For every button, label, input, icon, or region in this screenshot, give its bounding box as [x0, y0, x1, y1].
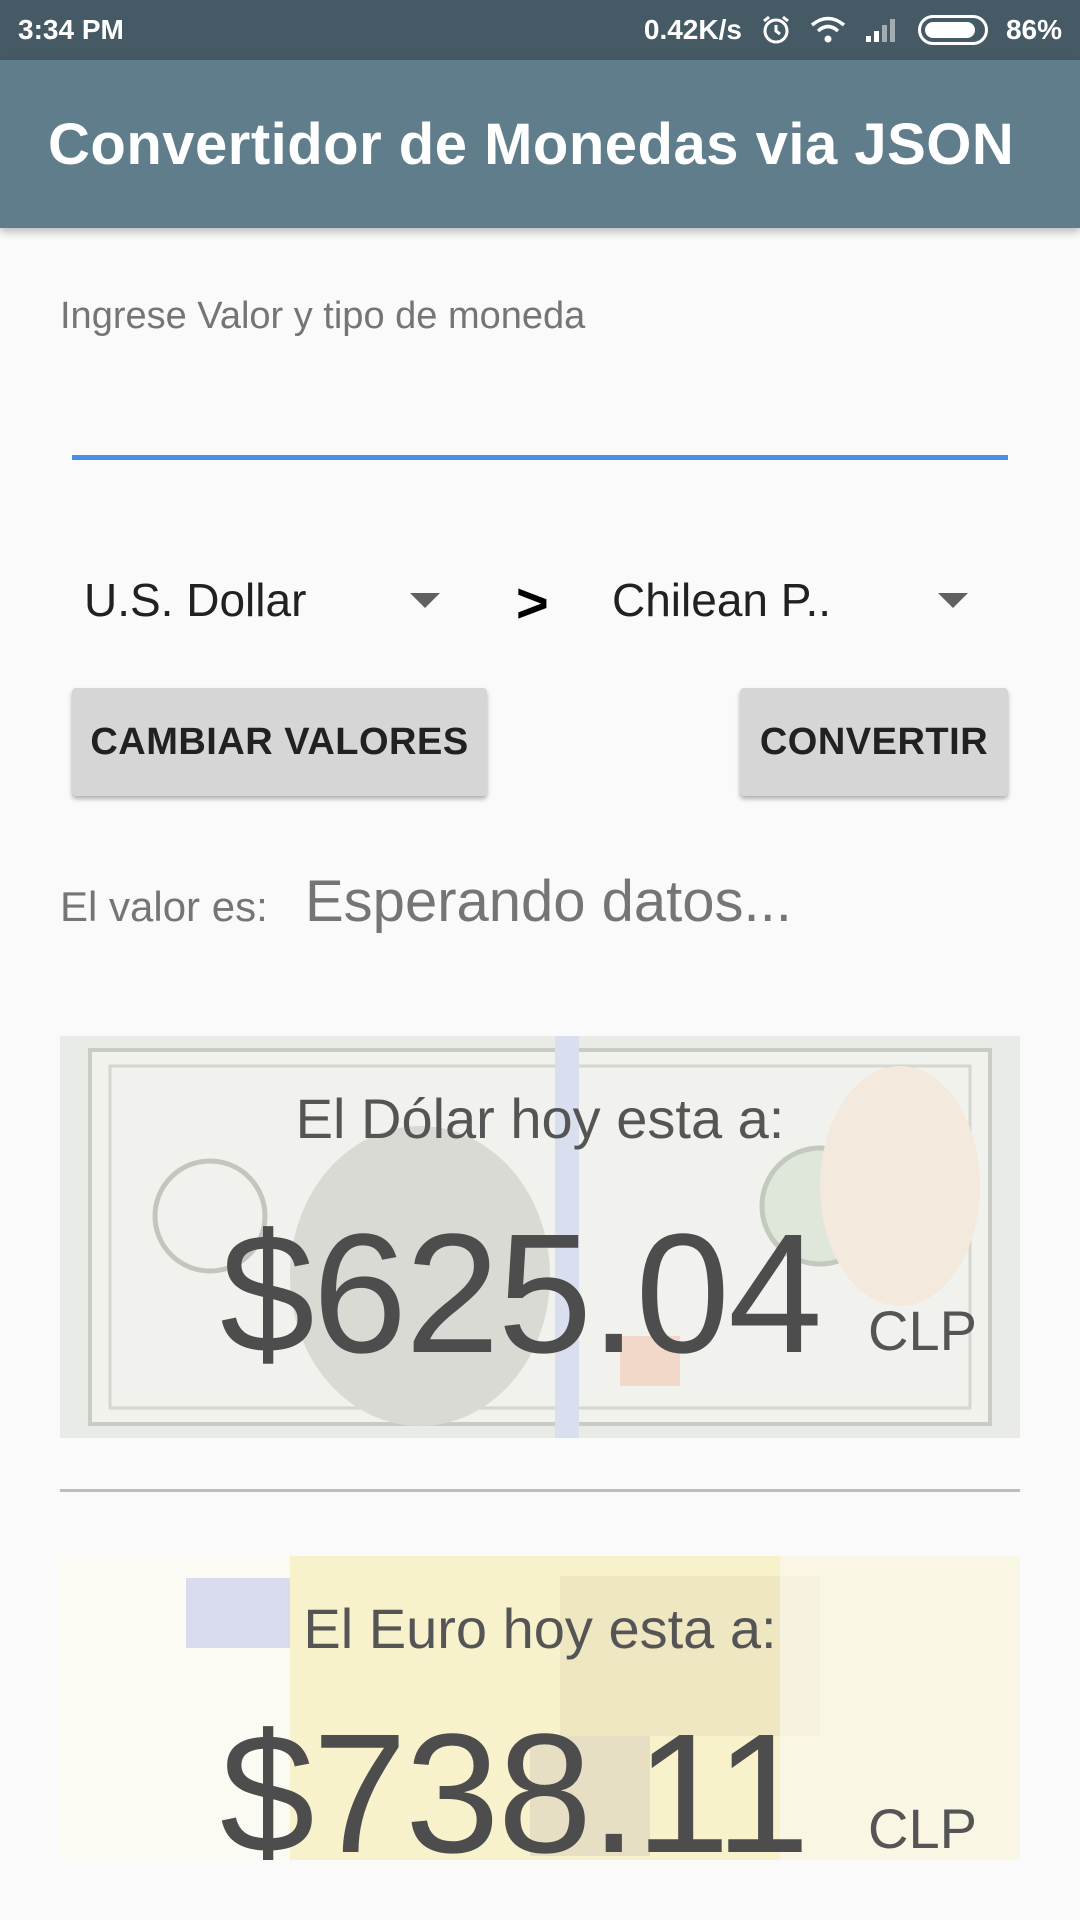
status-time: 3:34 PM: [18, 14, 124, 45]
dollar-card-title: El Dólar hoy esta a:: [295, 1087, 785, 1150]
result-label: El valor es:: [60, 883, 268, 930]
amount-input[interactable]: [72, 390, 1008, 460]
input-label: Ingrese Valor y tipo de moneda: [60, 295, 586, 337]
status-right: 0.42K/s 86%: [644, 14, 1062, 46]
euro-amount: $738.11: [220, 1699, 810, 1860]
status-bar: 3:34 PM 0.42K/s 86%: [0, 0, 1080, 60]
dollar-unit: CLP: [868, 1299, 977, 1362]
to-currency-label: Chilean P..: [612, 574, 832, 626]
wifi-icon: [810, 16, 846, 44]
dollar-rate-card: El Dólar hoy esta a: $625.04 CLP: [60, 1036, 1020, 1438]
swap-values-button[interactable]: CAMBIAR VALORES: [72, 688, 487, 796]
signal-icon: [864, 16, 900, 44]
dollar-amount: $625.04: [220, 1199, 823, 1389]
convert-button[interactable]: CONVERTIR: [740, 688, 1008, 796]
result-value: Esperando datos...: [305, 869, 792, 934]
euro-unit: CLP: [868, 1797, 977, 1860]
divider: [60, 1489, 1020, 1492]
battery-icon: [917, 15, 988, 45]
battery-level: 86%: [1005, 14, 1062, 45]
network-speed: 0.42K/s: [643, 14, 742, 45]
dropdown-caret-icon: [938, 592, 968, 608]
euro-card-title: El Euro hoy esta a:: [303, 1597, 777, 1660]
chevron-right-icon: >: [516, 571, 549, 634]
from-currency-spinner[interactable]: U.S. Dollar: [84, 560, 440, 640]
dropdown-caret-icon: [410, 592, 440, 608]
to-currency-spinner[interactable]: Chilean P..: [612, 560, 968, 640]
alarm-icon: [760, 14, 792, 46]
from-currency-label: U.S. Dollar: [84, 574, 307, 626]
app-title: Convertidor de Monedas via JSON: [48, 111, 1015, 177]
euro-rate-card: El Euro hoy esta a: $738.11 CLP: [60, 1556, 1020, 1860]
app-bar: Convertidor de Monedas via JSON: [0, 60, 1080, 228]
